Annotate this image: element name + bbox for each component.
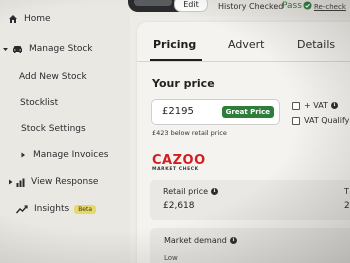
sidebar-item-label: Stocklist: [20, 98, 59, 108]
sidebar-item-label: Stock Settings: [21, 124, 86, 134]
retail-price-value: £2,618: [163, 201, 195, 211]
sidebar-item-insights[interactable]: Insights Beta: [16, 204, 97, 214]
info-icon[interactable]: i: [211, 188, 219, 195]
your-price-heading: Your price: [152, 77, 215, 90]
demand-low-label: Low: [164, 254, 178, 262]
car-icon: [12, 45, 23, 54]
retail-price-card: Retail price i £2,618 T 2: [150, 180, 350, 220]
vat-qualify-option[interactable]: VAT Qualify: [292, 116, 349, 125]
cazoo-logo: CAZOO: [152, 153, 206, 168]
car-image: [134, 0, 172, 6]
sidebar-item-manage-stock[interactable]: Manage Stock: [2, 44, 93, 54]
active-tab-indicator: [150, 59, 202, 61]
beta-badge: Beta: [74, 204, 97, 214]
info-icon: i: [330, 102, 338, 109]
sidebar-item-home[interactable]: Home: [8, 14, 51, 24]
sidebar-item-manage-invoices[interactable]: Manage Invoices: [20, 150, 108, 160]
tab-advert[interactable]: Advert: [228, 38, 264, 51]
info-icon[interactable]: i: [229, 237, 237, 244]
recheck-link[interactable]: Re-check: [314, 3, 346, 11]
sidebar-item-stocklist[interactable]: Stocklist: [20, 98, 58, 108]
sidebar-item-add-new-stock[interactable]: Add New Stock: [19, 72, 87, 82]
great-price-badge: Great Price: [221, 106, 274, 118]
vat-qualify-checkbox[interactable]: [292, 116, 300, 125]
retail-price-text: Retail price: [163, 187, 209, 196]
chevron-right-icon: [20, 152, 26, 158]
tab-details[interactable]: Details: [297, 38, 335, 51]
sidebar-item-label: Add New Stock: [19, 72, 87, 82]
tabs-divider: [137, 61, 350, 62]
vat-option[interactable]: + VAT i: [292, 101, 338, 110]
market-check-label: MARKET CHECK: [152, 167, 199, 172]
truncated-column-label: T: [344, 187, 349, 196]
chevron-down-icon: [2, 46, 9, 53]
chevron-right-icon: [8, 179, 13, 185]
market-demand-text: Market demand: [164, 236, 227, 245]
history-checked-label: History Checked: [218, 2, 284, 11]
sidebar-item-label: View Response: [31, 177, 99, 187]
sidebar: Home Manage Stock Add New Stock Stocklis…: [0, 0, 130, 263]
sidebar-item-label: Manage Stock: [29, 44, 93, 54]
market-demand-card: Market demand i Low: [150, 228, 350, 263]
sidebar-item-view-response[interactable]: View Response: [8, 177, 98, 187]
trend-line-icon: [16, 204, 28, 214]
check-circle-icon: [303, 1, 312, 10]
sidebar-item-stock-settings[interactable]: Stock Settings: [21, 124, 86, 134]
vat-option-label: + VAT: [304, 101, 328, 110]
vat-checkbox[interactable]: [292, 101, 300, 110]
price-input[interactable]: £2195 Great Price: [151, 99, 280, 125]
tab-pricing[interactable]: Pricing: [153, 38, 196, 51]
truncated-column-value: 2: [344, 201, 350, 211]
app-screen: Home Manage Stock Add New Stock Stocklis…: [0, 0, 350, 263]
sidebar-item-label: Home: [24, 14, 51, 24]
price-value: £2195: [162, 106, 194, 117]
vat-qualify-label: VAT Qualify: [304, 116, 350, 125]
sidebar-item-label: Insights: [34, 204, 70, 214]
bar-chart-icon: [16, 178, 25, 187]
below-retail-note: £423 below retail price: [152, 129, 227, 137]
market-demand-label: Market demand i: [164, 236, 237, 245]
home-icon: [8, 14, 18, 24]
retail-price-label: Retail price i: [163, 187, 219, 196]
history-status: Pass: [282, 1, 302, 11]
sidebar-item-label: Manage Invoices: [33, 150, 109, 160]
edit-button[interactable]: Edit: [174, 0, 208, 12]
